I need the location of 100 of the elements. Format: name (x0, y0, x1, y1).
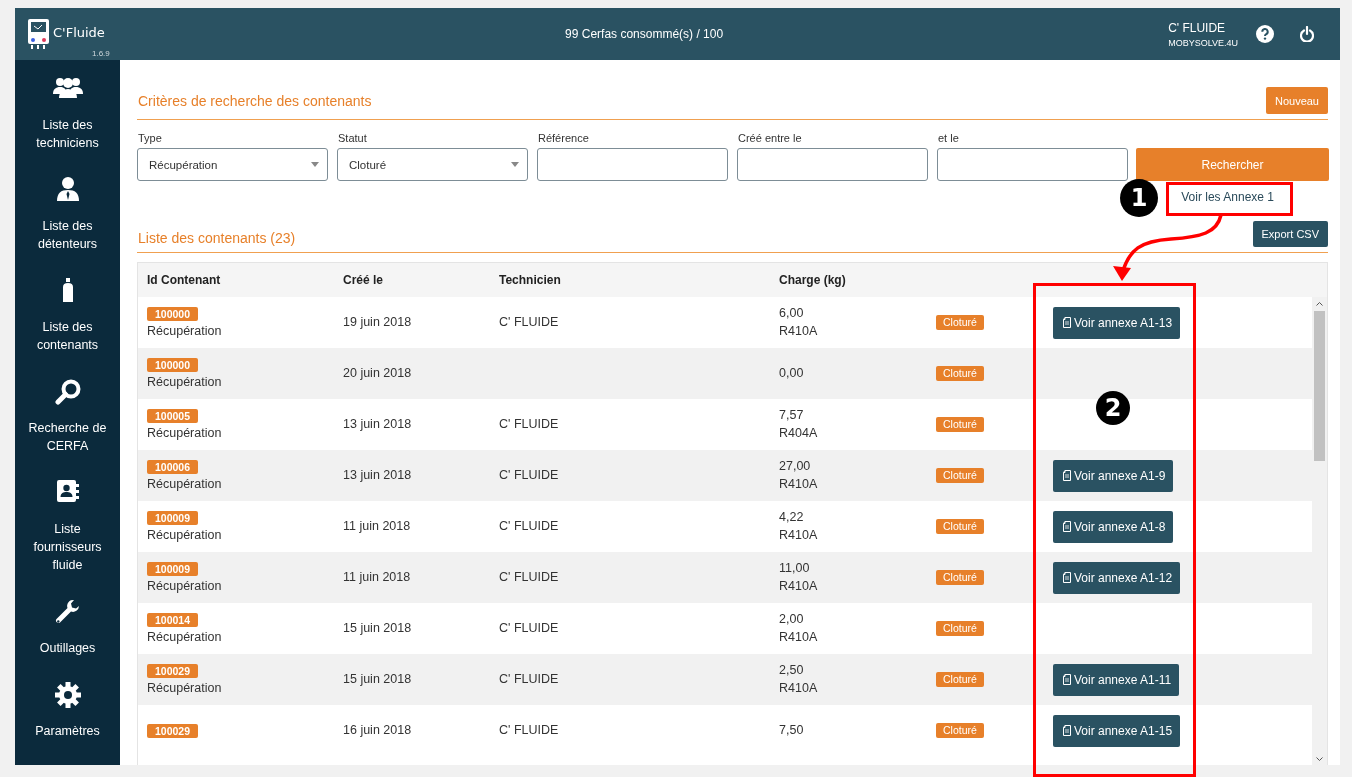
date-text: 11 juin 2018 (343, 570, 411, 585)
status-badge: Cloturé (936, 417, 984, 432)
sidebar-item[interactable]: Recherche de CERFA (15, 379, 120, 480)
fluid-text: R410A (779, 528, 818, 543)
annex-button[interactable]: Voir annexe A1-9 (1053, 459, 1174, 492)
dropdown-field[interactable]: Cloturé (337, 148, 528, 181)
annex-button[interactable]: Voir annexe A1-15 (1053, 714, 1181, 747)
date-text: 15 juin 2018 (343, 672, 412, 687)
fluid-text: R410A (779, 681, 818, 696)
fluid-text: R410A (779, 324, 818, 339)
status-badge: Cloturé (936, 366, 984, 381)
technician-text: C' FLUIDE (499, 723, 559, 738)
input-field[interactable] (537, 148, 728, 181)
annex-button[interactable]: Voir annexe A1-11 (1053, 663, 1180, 696)
sidebar-item[interactable]: Liste fournisseurs fluide (15, 480, 120, 599)
wrench-icon (54, 599, 81, 625)
type-text: Récupération (147, 629, 222, 645)
field-label: Type (138, 132, 163, 146)
status-badge: Cloturé (936, 621, 984, 636)
document-icon (1063, 572, 1071, 583)
document-icon (1063, 317, 1071, 328)
sidebar-item[interactable]: Liste des techniciens (15, 76, 120, 177)
technician-text: C' FLUIDE (499, 570, 559, 585)
help-icon[interactable] (1256, 25, 1274, 43)
type-text: Récupération (147, 578, 222, 594)
charge-text: 7,50 (779, 723, 804, 738)
input-field[interactable] (937, 148, 1128, 181)
field-label: et le (938, 132, 960, 146)
type-text: Récupération (147, 374, 222, 390)
charge-text: 6,00 (779, 306, 804, 321)
technician-text: C' FLUIDE (499, 672, 559, 687)
charge-text: 27,00 (779, 459, 811, 474)
id-badge: 100029 (147, 663, 199, 678)
date-text: 15 juin 2018 (343, 621, 412, 636)
technician-text: C' FLUIDE (499, 417, 559, 432)
fluid-text: R410A (779, 477, 818, 492)
charge-text: 0,00 (779, 366, 804, 381)
fluid-text: R410A (779, 579, 818, 594)
column-header: Créé le (342, 273, 385, 287)
document-icon (1063, 470, 1071, 481)
field-label: Créé entre le (738, 132, 803, 146)
date-text: 11 juin 2018 (343, 519, 411, 534)
id-badge: 100014 (147, 612, 199, 627)
id-badge: 100009 (147, 510, 199, 525)
users-icon (52, 76, 83, 98)
technician-text: C' FLUIDE (499, 468, 559, 483)
date-text: 16 juin 2018 (343, 723, 412, 738)
sidebar-item[interactable]: Liste des détenteurs (15, 177, 120, 278)
technician-text: C' FLUIDE (499, 519, 559, 534)
logo-icon (27, 18, 51, 50)
input-field[interactable] (737, 148, 928, 181)
fluid-text: R404A (779, 426, 818, 441)
annex-button[interactable]: Voir annexe A1-8 (1053, 510, 1174, 543)
export-button[interactable]: Export CSV (1252, 221, 1328, 247)
scrollbar-thumb[interactable] (1314, 311, 1325, 461)
annex-link[interactable]: Voir les Annexe 1 (1162, 190, 1293, 210)
type-text: Récupération (147, 527, 222, 543)
id-badge: 100000 (147, 306, 199, 321)
contacts-icon (56, 480, 79, 502)
status-badge: Cloturé (936, 468, 984, 483)
id-badge: 100006 (147, 459, 199, 474)
search-icon (54, 379, 81, 405)
charge-text: 4,22 (779, 510, 804, 525)
technician-text: C' FLUIDE (499, 315, 559, 330)
column-header: Charge (kg) (778, 273, 847, 287)
type-text: Récupération (147, 476, 222, 492)
scrollbar[interactable] (1312, 297, 1327, 765)
app-name: C'Fluide (53, 24, 105, 40)
status-badge: Cloturé (936, 315, 984, 330)
power-icon[interactable] (1300, 26, 1314, 42)
annex-button[interactable]: Voir annexe A1-13 (1053, 306, 1181, 339)
id-badge: 100009 (147, 561, 199, 576)
caret-icon (311, 162, 319, 167)
sidebar-item[interactable]: Liste des contenants (15, 278, 120, 379)
scroll-down-icon (1316, 757, 1323, 762)
company-name: MOBYSOLVE.4U (1168, 37, 1238, 48)
status-badge: Cloturé (936, 672, 984, 687)
date-text: 19 juin 2018 (343, 315, 412, 330)
id-badge: 100005 (147, 408, 199, 423)
sidebar-item[interactable]: Paramètres (15, 682, 120, 765)
charge-text: 7,57 (779, 408, 804, 423)
dropdown-field[interactable]: Récupération (137, 148, 328, 181)
section-title: Critères de recherche des contenants (138, 92, 372, 109)
sidebar-item[interactable]: Outillages (15, 599, 120, 682)
status-badge: Cloturé (936, 570, 984, 585)
user-name: C' FLUIDE (1168, 20, 1227, 35)
field-label: Statut (338, 132, 368, 146)
section-title: Liste des contenants (23) (138, 230, 296, 246)
document-icon (1063, 521, 1071, 532)
date-text: 20 juin 2018 (343, 366, 412, 381)
bottle-icon (61, 278, 74, 302)
id-badge: 100029 (147, 723, 199, 738)
column-header: Id Contenant (146, 273, 222, 287)
person-icon (56, 177, 79, 201)
quota-text: 99 Cerfas consommé(s) / 100 (565, 27, 724, 41)
technician-text: C' FLUIDE (499, 621, 559, 636)
annex-button[interactable]: Voir annexe A1-12 (1053, 561, 1181, 594)
scroll-up-icon (1316, 301, 1323, 306)
type-text: Récupération (147, 323, 222, 339)
document-icon (1063, 725, 1071, 736)
